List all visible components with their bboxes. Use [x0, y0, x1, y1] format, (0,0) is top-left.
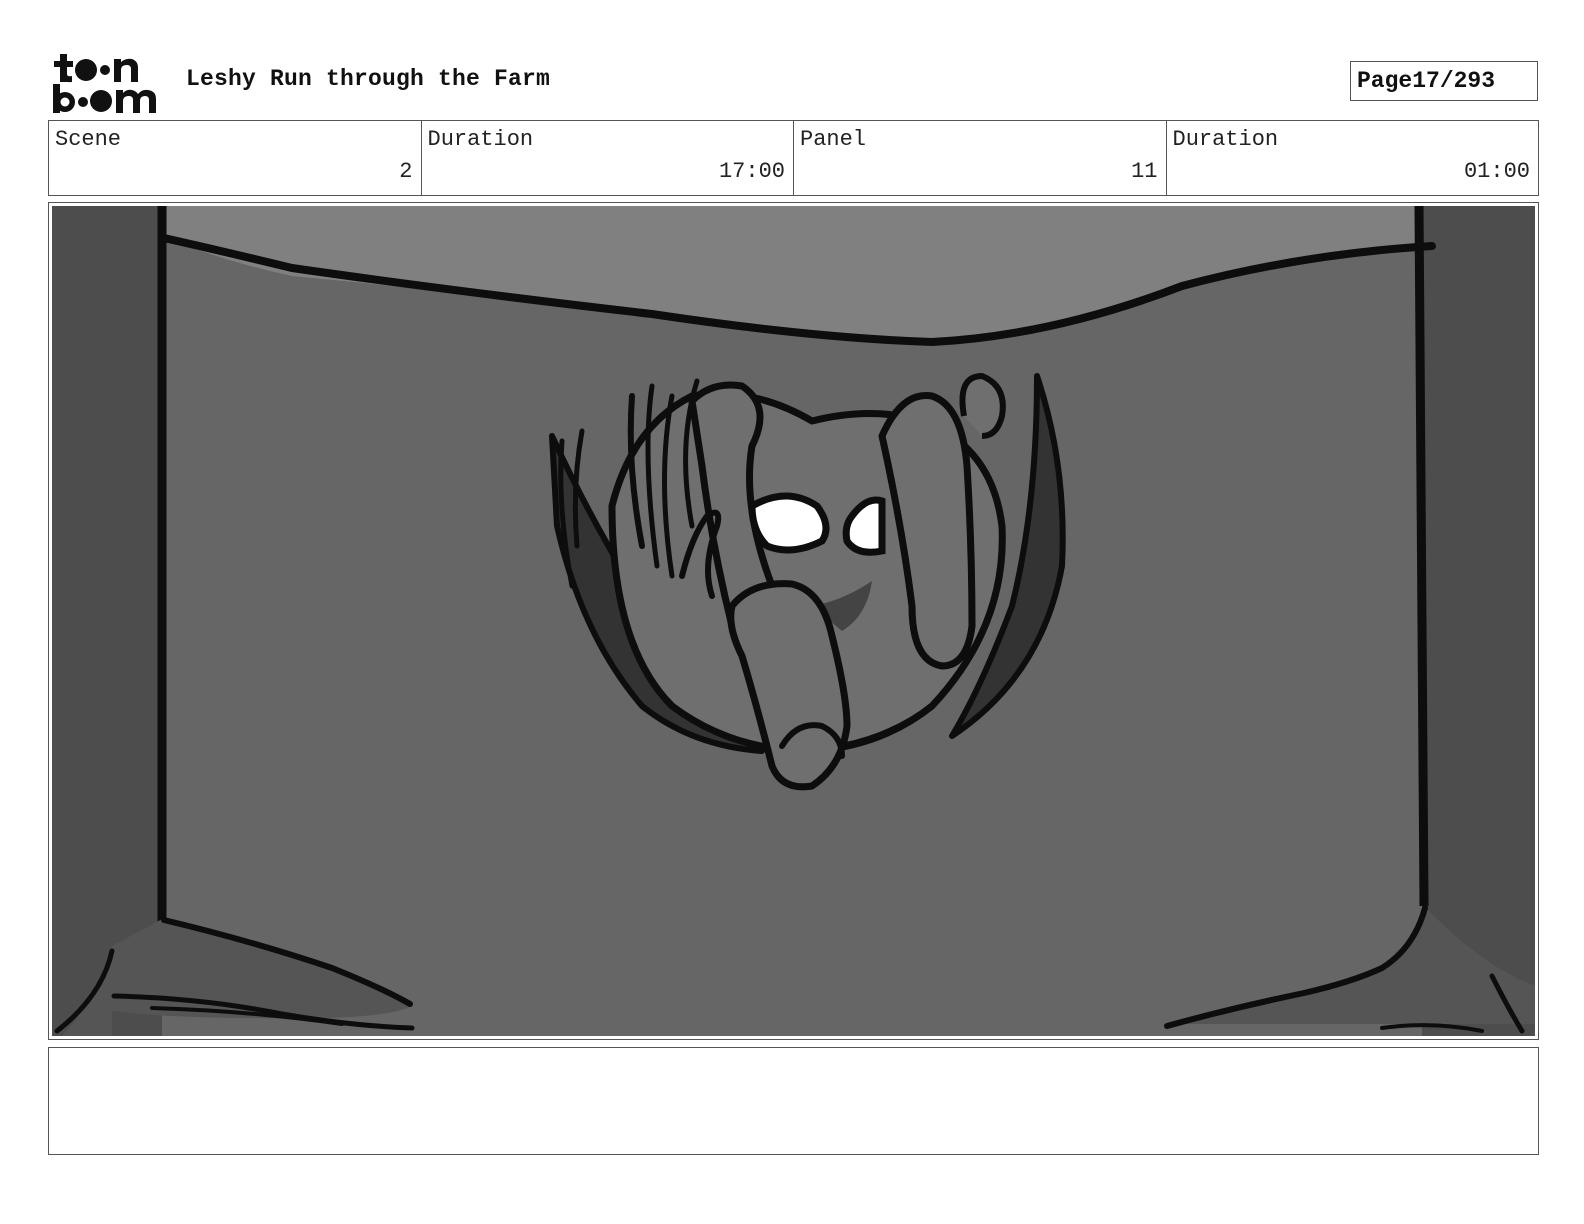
panel-duration-cell: Duration 01:00 [1167, 121, 1539, 195]
page-number: 17/293 [1412, 68, 1496, 94]
toon-boom-logo [53, 54, 156, 113]
page-label: Page [1357, 68, 1413, 94]
panel-info-table: Scene 2 Duration 17:00 Panel 11 Duration… [48, 120, 1539, 196]
scene-duration-value: 17:00 [718, 159, 785, 184]
scene-duration-cell: Duration 17:00 [422, 121, 794, 195]
panel-notes-text [49, 1048, 1538, 1064]
panel-value: 11 [1131, 159, 1158, 184]
scene-label: Scene [55, 127, 122, 152]
panel-cell: Panel 11 [794, 121, 1167, 195]
panel-duration-label: Duration [1172, 127, 1279, 152]
scene-cell: Scene 2 [49, 121, 422, 195]
scene-value: 2 [399, 159, 413, 184]
panel-notes-box [48, 1047, 1539, 1155]
storyboard-title: Leshy Run through the Farm [186, 66, 551, 92]
page-indicator: Page 17/293 [1350, 61, 1538, 101]
panel-duration-value: 01:00 [1463, 159, 1530, 184]
panel-label: Panel [800, 127, 867, 152]
storyboard-panel-drawing [52, 206, 1535, 1036]
scene-duration-label: Duration [427, 127, 534, 152]
